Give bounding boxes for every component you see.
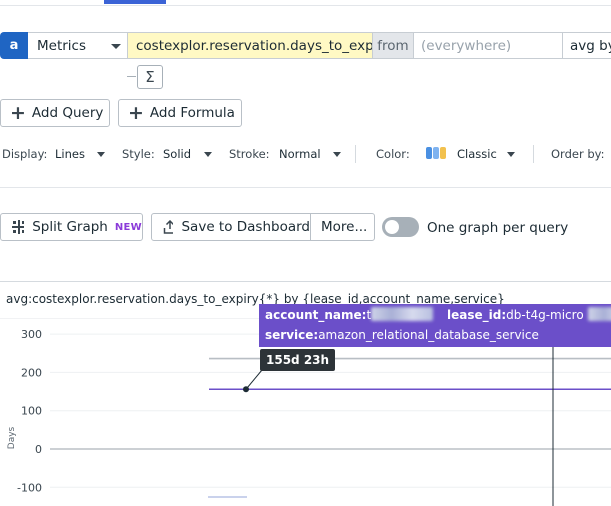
chevron-down-icon (111, 44, 121, 49)
tooltip-service-key: service: (265, 328, 319, 342)
palette-swatch (426, 147, 432, 159)
redacted-value (587, 307, 611, 321)
tooltip-service-value: amazon_relational_database_service (318, 328, 539, 342)
more-button[interactable]: More... (310, 213, 375, 241)
redacted-value (371, 307, 434, 321)
tooltip-lease-value: db-t4g-micro (506, 308, 584, 322)
save-to-dashboard-label: Save to Dashboard (181, 219, 310, 235)
add-formula-button[interactable]: + Add Formula (118, 99, 242, 127)
hover-point (243, 386, 249, 393)
order-label: Order by: (551, 147, 605, 161)
toggle-knob (385, 220, 399, 234)
y-tick-label: 200 (21, 366, 42, 379)
from-label: from (373, 32, 414, 59)
plus-icon: + (128, 101, 144, 124)
y-tick-label: 100 (21, 405, 42, 418)
y-tick-label: 300 (21, 328, 42, 341)
tooltip-tags-row: account_name:t lease_id:db-t4g-micro (265, 307, 611, 322)
sigma-icon[interactable]: Σ (137, 65, 163, 89)
more-label: More... (321, 219, 368, 235)
palette-swatch (440, 147, 446, 159)
tooltip-service-row: service:amazon_relational_database_servi… (265, 328, 539, 342)
data-source-value: Metrics (37, 37, 87, 54)
add-formula-label: Add Formula (149, 105, 235, 121)
display-options-bar: Display: Lines Style: Solid Stroke: Norm… (0, 145, 611, 163)
query-letter-badge[interactable]: a (0, 32, 28, 59)
top-divider (0, 5, 611, 6)
options-divider (533, 145, 534, 163)
aggregation-select[interactable]: avg by (563, 32, 611, 59)
palette-swatch (433, 147, 439, 159)
formula-connector (127, 76, 136, 77)
stroke-select[interactable]: Normal (279, 147, 321, 161)
y-tick-label: 0 (35, 443, 42, 456)
new-badge: NEW (114, 221, 142, 233)
display-select[interactable]: Lines (55, 147, 85, 161)
scope-input[interactable]: (everywhere) (414, 32, 563, 59)
one-graph-per-query-label: One graph per query (427, 220, 569, 236)
plus-icon: + (10, 101, 26, 124)
tooltip-value-label: 155d 23h (260, 349, 336, 371)
section-divider (0, 187, 611, 188)
add-query-button[interactable]: + Add Query (0, 99, 110, 127)
series-tooltip: account_name:t lease_id:db-t4g-micro ser… (259, 304, 611, 347)
split-graph-button[interactable]: Split Graph NEW (0, 213, 143, 241)
color-select[interactable]: Classic (457, 147, 497, 161)
tooltip-lease-key: lease_id: (447, 308, 507, 322)
style-select[interactable]: Solid (163, 147, 191, 161)
y-axis-label: Days (7, 426, 17, 449)
add-query-label: Add Query (31, 105, 104, 121)
share-upload-icon (163, 220, 174, 234)
chevron-down-icon (97, 152, 105, 157)
y-tick-label: -100 (17, 481, 42, 494)
palette-swatch-icon[interactable] (426, 147, 448, 159)
tooltip-account-key: account_name: (265, 308, 367, 322)
split-graph-icon (12, 220, 25, 234)
options-divider (355, 145, 356, 163)
data-source-select[interactable]: Metrics (28, 32, 128, 59)
chevron-down-icon (204, 152, 212, 157)
query-row: a Metrics costexplor.reservation.days_to… (0, 32, 611, 59)
color-label: Color: (376, 147, 410, 161)
one-graph-per-query-toggle[interactable] (382, 217, 419, 237)
split-graph-label: Split Graph (32, 219, 108, 235)
display-label: Display: (2, 147, 48, 161)
chevron-down-icon (507, 152, 515, 157)
active-tab-indicator (104, 0, 166, 4)
metric-input[interactable]: costexplor.reservation.days_to_expiry (128, 32, 373, 59)
style-label: Style: (122, 147, 155, 161)
chevron-down-icon (333, 152, 341, 157)
stroke-label: Stroke: (229, 147, 270, 161)
save-to-dashboard-button[interactable]: Save to Dashboard (151, 213, 311, 241)
